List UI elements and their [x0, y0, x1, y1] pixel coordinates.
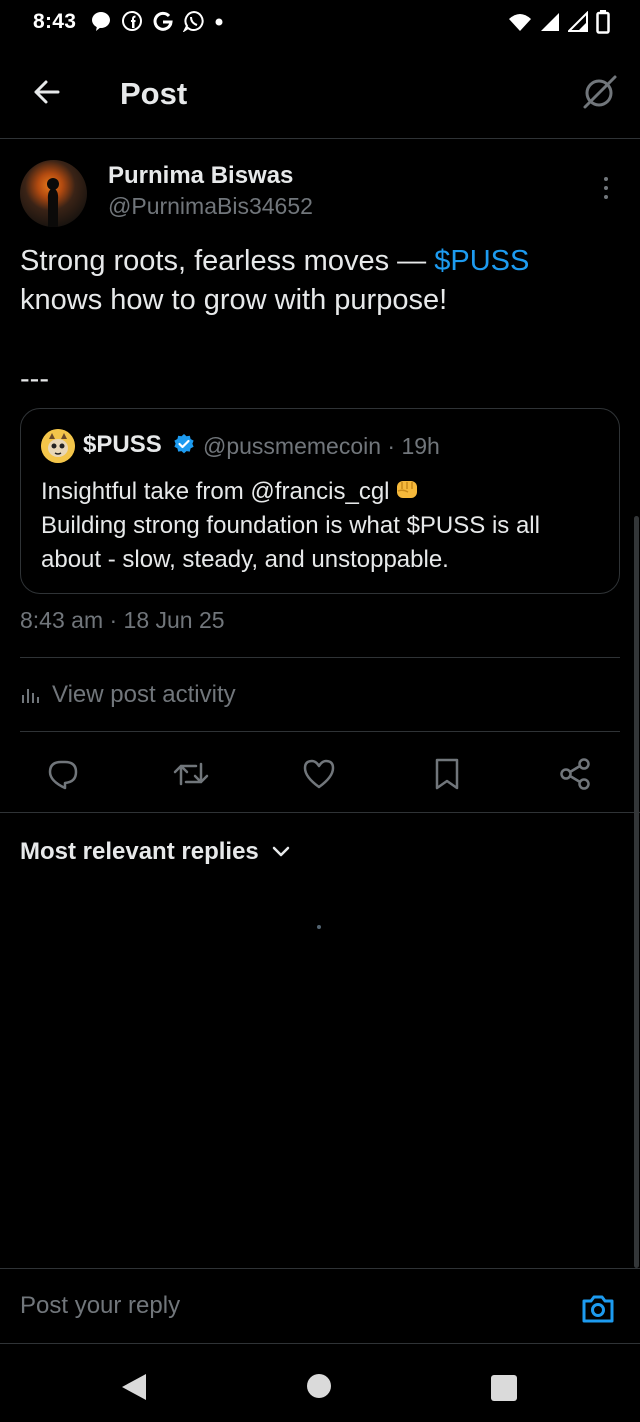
chevron-down-icon	[272, 846, 290, 857]
post-text-part: knows how to grow with purpose!	[20, 284, 448, 316]
camera-button[interactable]	[578, 1289, 618, 1329]
more-dot-icon	[604, 195, 608, 199]
post-header: Post	[0, 46, 640, 139]
arrow-left-icon	[34, 80, 60, 104]
avatar-silhouette-icon	[47, 178, 59, 227]
quoted-text-line: Insightful take from @francis_cgl	[41, 478, 390, 505]
nav-recents-button[interactable]	[491, 1375, 517, 1401]
verified-badge-icon	[174, 434, 194, 454]
share-button[interactable]	[555, 754, 595, 794]
messenger-icon	[92, 12, 110, 31]
post-text-part: Strong roots, fearless moves —	[20, 245, 435, 277]
author-name[interactable]: Purnima Biswas	[108, 162, 293, 190]
post-actions	[0, 746, 640, 800]
quoted-handle-time: @pussmemecoin · 19h	[203, 433, 440, 459]
grok-icon	[583, 75, 617, 109]
post-timestamp[interactable]: 8:43 am · 18 Jun 25	[20, 607, 225, 634]
more-options-button[interactable]	[594, 174, 618, 202]
back-button[interactable]	[28, 74, 64, 110]
quoted-avatar	[41, 429, 75, 463]
quoted-name: $PUSS	[83, 431, 162, 458]
divider	[20, 731, 620, 732]
cat-face-icon	[41, 429, 75, 463]
wifi-icon	[509, 14, 531, 31]
author-avatar[interactable]	[20, 160, 87, 227]
reply-input[interactable]	[20, 1283, 540, 1329]
system-navigation-bar	[0, 1344, 640, 1422]
battery-icon	[596, 10, 610, 34]
divider	[0, 812, 640, 813]
quoted-text-line: Building strong foundation is what $PUSS…	[41, 512, 540, 573]
more-dot-icon	[604, 186, 608, 190]
quoted-text: Insightful take from @francis_cgl Buildi…	[41, 475, 601, 577]
system-icons	[508, 10, 610, 34]
repost-button[interactable]	[171, 754, 211, 794]
bookmark-icon	[435, 758, 459, 790]
like-button[interactable]	[299, 754, 339, 794]
like-icon	[303, 759, 335, 789]
camera-icon	[582, 1295, 614, 1323]
google-icon	[153, 11, 173, 31]
status-bar: 8:43	[0, 0, 640, 46]
dot-icon	[215, 18, 223, 26]
divider	[20, 657, 620, 658]
share-icon	[560, 758, 590, 790]
quoted-post[interactable]: $PUSS @pussmemecoin · 19h Insightful tak…	[20, 408, 620, 594]
grok-button[interactable]	[578, 72, 620, 114]
view-post-activity-label: View post activity	[52, 681, 236, 708]
page-title: Post	[120, 76, 188, 111]
facebook-icon	[122, 11, 142, 31]
loading-indicator	[317, 925, 321, 929]
signal-icon	[568, 11, 588, 32]
analytics-icon	[22, 689, 39, 703]
author-handle[interactable]: @PurnimaBis34652	[108, 193, 313, 220]
post-separator: ---	[20, 363, 49, 395]
signal-icon	[541, 13, 559, 31]
cashtag-link[interactable]: $PUSS	[434, 245, 529, 277]
reply-icon	[48, 760, 78, 790]
post-text: Strong roots, fearless moves — $PUSS kno…	[20, 242, 620, 320]
more-dot-icon	[604, 177, 608, 181]
notification-icons	[90, 10, 224, 32]
scrollbar[interactable]	[634, 516, 639, 1268]
repost-icon	[173, 762, 209, 786]
reply-button[interactable]	[43, 754, 83, 794]
replies-sort-label: Most relevant replies	[20, 838, 259, 865]
fist-emoji-icon	[396, 481, 417, 498]
nav-back-icon[interactable]	[120, 1372, 148, 1402]
whatsapp-icon	[183, 10, 204, 32]
status-time: 8:43	[33, 10, 77, 33]
view-post-activity[interactable]: View post activity	[20, 681, 236, 709]
bookmark-button[interactable]	[427, 754, 467, 794]
nav-home-button[interactable]	[307, 1374, 331, 1398]
replies-sort-dropdown[interactable]: Most relevant replies	[20, 838, 291, 866]
reply-composer	[0, 1268, 640, 1344]
